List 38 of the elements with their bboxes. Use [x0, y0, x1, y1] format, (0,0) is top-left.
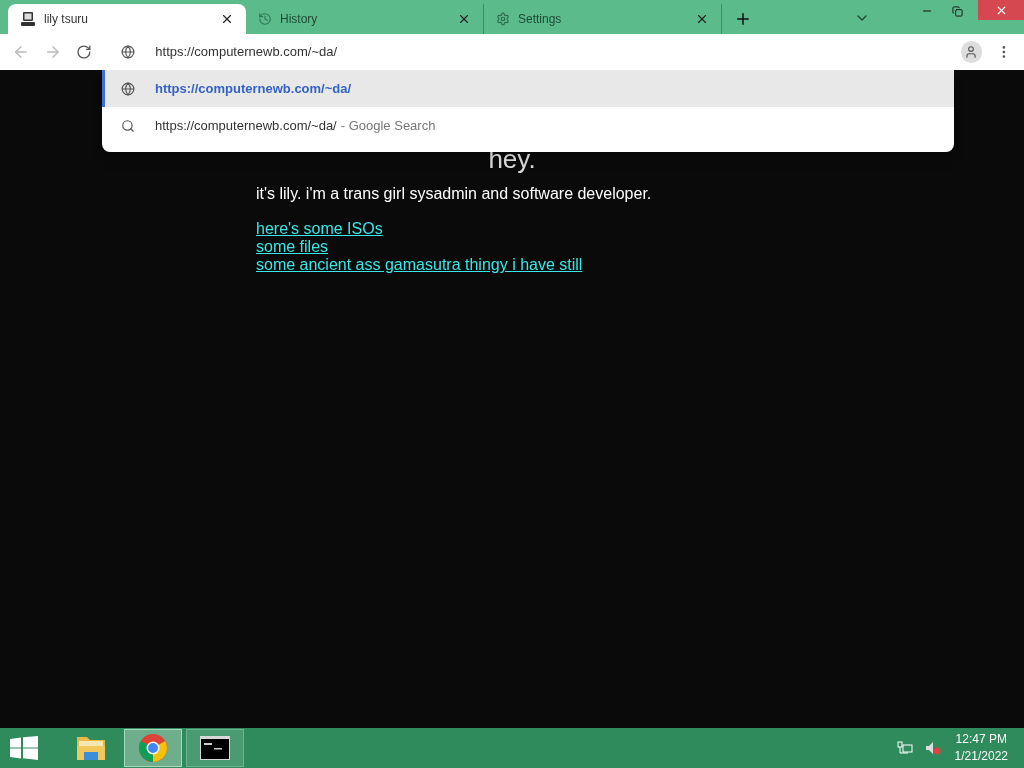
- history-icon: [258, 12, 272, 26]
- terminal-icon: [200, 736, 230, 760]
- suggestion-item[interactable]: https://computernewb.com/~da/ - Google Search: [102, 107, 954, 144]
- page-link[interactable]: here's some ISOs: [256, 220, 383, 238]
- globe-icon: [121, 81, 135, 96]
- page-heading: hey.: [487, 146, 537, 172]
- clock-date[interactable]: 1/21/2022: [954, 748, 1008, 765]
- tab-title: lily tsuru: [44, 11, 89, 28]
- page-link[interactable]: some ancient ass gamasutra thingy i have still: [256, 256, 583, 274]
- tab-title: History: [280, 11, 319, 28]
- close-icon[interactable]: [695, 12, 709, 26]
- taskbar-app[interactable]: [186, 729, 244, 767]
- chrome-icon: [138, 733, 168, 763]
- search-icon: [121, 118, 135, 133]
- settings-icon: [496, 12, 510, 26]
- reload-icon[interactable]: [75, 44, 92, 60]
- intro-text: it's lily. i'm a trans girl sysadmin and software developer.: [256, 184, 652, 204]
- url-text: https://computernewb.com/~da/: [155, 43, 338, 62]
- clock-time[interactable]: 12:47 PM: [955, 731, 1007, 748]
- tab-title: Settings: [518, 11, 563, 28]
- person-icon: [964, 45, 979, 59]
- browser-tab[interactable]: lily tsuru: [8, 4, 246, 34]
- close-icon[interactable]: [220, 12, 234, 26]
- close-icon[interactable]: [457, 12, 471, 26]
- globe-icon: [121, 45, 136, 59]
- restore-icon: [951, 5, 963, 17]
- computer-icon: [20, 11, 36, 27]
- network-icon[interactable]: [896, 741, 913, 755]
- muted-speaker-icon[interactable]: [924, 741, 941, 755]
- suggestion-item[interactable]: https://computernewb.com/~da/: [102, 70, 954, 107]
- suggestion-url: https://computernewb.com/~da/: [155, 79, 352, 98]
- new-tab-icon[interactable]: [734, 10, 752, 28]
- windows-logo-icon[interactable]: [10, 736, 38, 760]
- suggestion-query: https://computernewb.com/~da/: [155, 116, 337, 135]
- address-field[interactable]: https://computernewb.com/~da/: [105, 34, 947, 70]
- page-link[interactable]: some files: [256, 238, 329, 256]
- profile-avatar[interactable]: [960, 41, 983, 63]
- suggestion-hint: - Google Search: [340, 116, 436, 135]
